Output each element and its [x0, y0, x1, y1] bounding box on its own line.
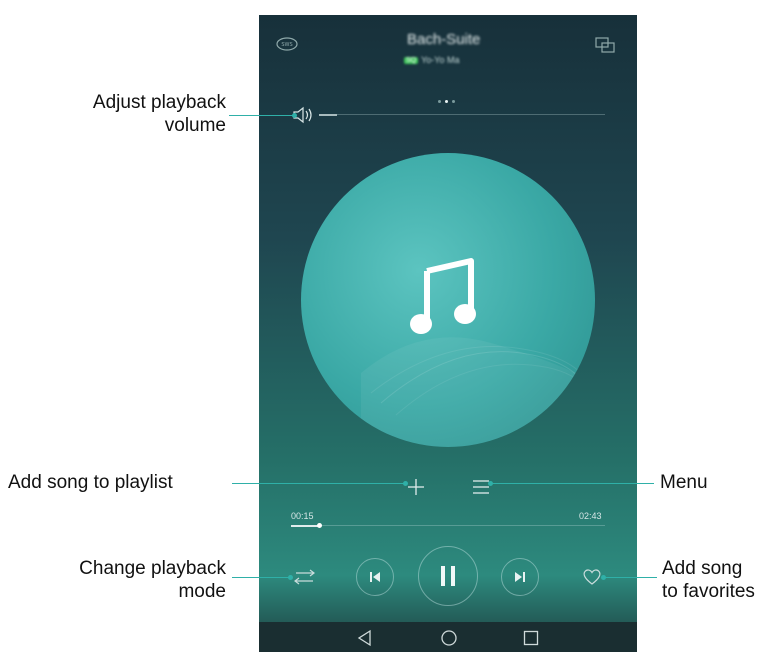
home-nav-icon[interactable] [440, 629, 458, 647]
shuffle-icon[interactable] [293, 567, 317, 587]
next-button[interactable] [501, 558, 539, 596]
callout-menu: Menu [660, 472, 708, 493]
screen-share-icon[interactable] [594, 36, 616, 54]
navigation-bar [259, 622, 637, 652]
leader-line-menu [490, 483, 654, 484]
leader-dot-menu [488, 481, 493, 486]
callout-adjust-volume: Adjust playback volume [92, 92, 226, 136]
menu-icon[interactable] [471, 477, 491, 497]
song-title: Bach-Suite [407, 31, 481, 48]
current-time: 00:15 [291, 511, 314, 521]
page-dot-active [445, 100, 448, 103]
pause-icon [441, 566, 455, 586]
total-time: 02:43 [579, 511, 602, 521]
leader-line-mode [232, 577, 290, 578]
pause-button[interactable] [418, 546, 478, 606]
artist-name: Yo-Yo Ma [421, 55, 460, 65]
callout-add-to-playlist: Add song to playlist [8, 472, 173, 493]
recents-nav-icon[interactable] [522, 629, 540, 647]
artist-line: SQ Yo-Yo Ma [404, 55, 460, 65]
album-art [301, 153, 595, 447]
back-nav-icon[interactable] [356, 629, 374, 647]
page-dot [452, 100, 455, 103]
progress-fill [291, 525, 320, 527]
previous-icon [370, 572, 380, 582]
leader-dot-mode [288, 575, 293, 580]
music-note-icon [410, 258, 476, 334]
volume-icon[interactable] [291, 106, 339, 124]
equalizer-icon[interactable]: SWS [276, 37, 298, 51]
volume-track[interactable] [337, 114, 605, 115]
previous-button[interactable] [356, 558, 394, 596]
add-icon[interactable] [406, 477, 426, 497]
page-indicator [436, 90, 457, 108]
progress-thumb[interactable] [317, 523, 323, 528]
music-player-screen: SWS Bach-Suite SQ Yo-Yo Ma 00:15 02:43 [259, 15, 637, 652]
quality-badge: SQ [404, 57, 419, 65]
leader-dot-volume [292, 113, 297, 118]
leader-dot-favorites [601, 575, 606, 580]
leader-dot-playlist [403, 481, 408, 486]
leader-line-volume [229, 115, 295, 116]
next-icon [515, 572, 525, 582]
callout-change-mode: Change playback mode [79, 558, 226, 602]
progress-track[interactable] [291, 523, 605, 528]
heart-icon[interactable] [582, 568, 602, 586]
leader-line-playlist [232, 483, 406, 484]
leader-line-favorites [603, 577, 657, 578]
page-dot [438, 100, 441, 103]
callout-add-favorites: Add song to favorites [662, 558, 755, 602]
svg-text:SWS: SWS [281, 42, 292, 48]
